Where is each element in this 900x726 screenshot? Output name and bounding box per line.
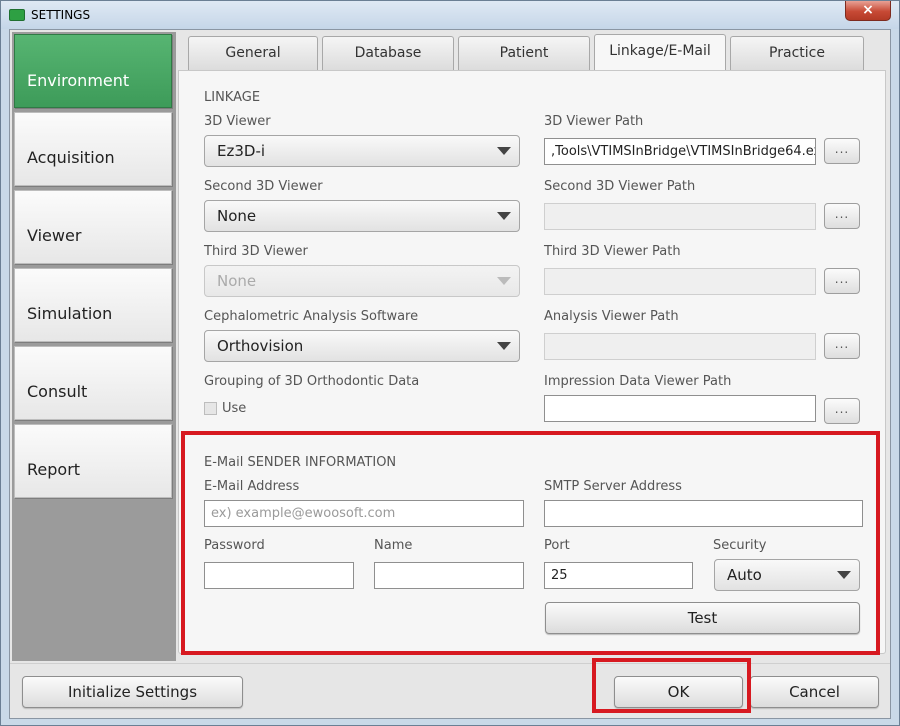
ok-highlight-box: [592, 658, 751, 713]
impression-path-label: Impression Data Viewer Path: [544, 374, 732, 389]
settings-window: SETTINGS × Environment Acquisition Viewe…: [0, 0, 900, 726]
linkage-section-title: LINKAGE: [204, 90, 261, 105]
third-viewer-select[interactable]: None: [204, 265, 520, 297]
analysis-path-input[interactable]: [544, 333, 816, 360]
grouping-label: Grouping of 3D Orthodontic Data: [204, 374, 420, 389]
viewer-3d-path-input[interactable]: ,Tools\VTIMSInBridge\VTIMSInBridge64.exe: [544, 138, 816, 165]
nav-item-environment[interactable]: Environment: [14, 34, 172, 108]
settings-client: Environment Acquisition Viewer Simulatio…: [9, 29, 891, 719]
second-viewer-label: Second 3D Viewer: [204, 179, 323, 194]
close-button[interactable]: ×: [845, 1, 891, 21]
nav-item-viewer[interactable]: Viewer: [14, 190, 172, 264]
impression-path-input[interactable]: [544, 395, 816, 422]
app-icon: [9, 9, 25, 21]
viewer-3d-path-browse-button[interactable]: ...: [824, 138, 860, 164]
third-viewer-path-label: Third 3D Viewer Path: [544, 244, 681, 259]
analysis-path-label: Analysis Viewer Path: [544, 309, 679, 324]
third-viewer-path-browse-button[interactable]: ...: [824, 268, 860, 294]
third-viewer-label: Third 3D Viewer: [204, 244, 308, 259]
viewer-3d-select[interactable]: Ez3D-i: [204, 135, 520, 167]
nav-item-consult[interactable]: Consult: [14, 346, 172, 420]
impression-path-browse-button[interactable]: ...: [824, 398, 860, 424]
second-viewer-select[interactable]: None: [204, 200, 520, 232]
third-viewer-path-input[interactable]: [544, 268, 816, 295]
third-viewer-value: None: [217, 272, 257, 290]
tab-database[interactable]: Database: [322, 36, 454, 70]
ceph-software-select[interactable]: Orthovision: [204, 330, 520, 362]
ceph-software-label: Cephalometric Analysis Software: [204, 309, 419, 324]
nav-item-simulation[interactable]: Simulation: [14, 268, 172, 342]
viewer-3d-label: 3D Viewer: [204, 114, 271, 129]
tab-general[interactable]: General: [188, 36, 318, 70]
email-highlight-box: [181, 431, 880, 655]
chevron-down-icon: [497, 147, 511, 155]
second-viewer-path-input[interactable]: [544, 203, 816, 230]
window-title: SETTINGS: [31, 8, 91, 22]
tab-linkage-email[interactable]: Linkage/E-Mail: [594, 34, 726, 70]
chevron-down-icon: [497, 277, 511, 285]
viewer-3d-path-label: 3D Viewer Path: [544, 114, 644, 129]
grouping-use-checkbox[interactable]: [204, 402, 217, 415]
viewer-3d-value: Ez3D-i: [217, 142, 266, 160]
second-viewer-path-browse-button[interactable]: ...: [824, 203, 860, 229]
title-bar: SETTINGS ×: [1, 1, 899, 29]
ceph-software-value: Orthovision: [217, 337, 304, 355]
chevron-down-icon: [497, 342, 511, 350]
chevron-down-icon: [497, 212, 511, 220]
footer-bar: Initialize Settings OK Cancel: [10, 658, 890, 718]
second-viewer-path-label: Second 3D Viewer Path: [544, 179, 696, 194]
grouping-use-label: Use: [222, 401, 247, 416]
cancel-button[interactable]: Cancel: [750, 676, 879, 708]
nav-item-report[interactable]: Report: [14, 424, 172, 498]
analysis-path-browse-button[interactable]: ...: [824, 333, 860, 359]
second-viewer-value: None: [217, 207, 257, 225]
tab-patient[interactable]: Patient: [458, 36, 590, 70]
tab-practice-information[interactable]: Practice Information: [730, 36, 864, 93]
category-nav: Environment Acquisition Viewer Simulatio…: [12, 32, 176, 661]
nav-item-acquisition[interactable]: Acquisition: [14, 112, 172, 186]
initialize-settings-button[interactable]: Initialize Settings: [22, 676, 243, 708]
